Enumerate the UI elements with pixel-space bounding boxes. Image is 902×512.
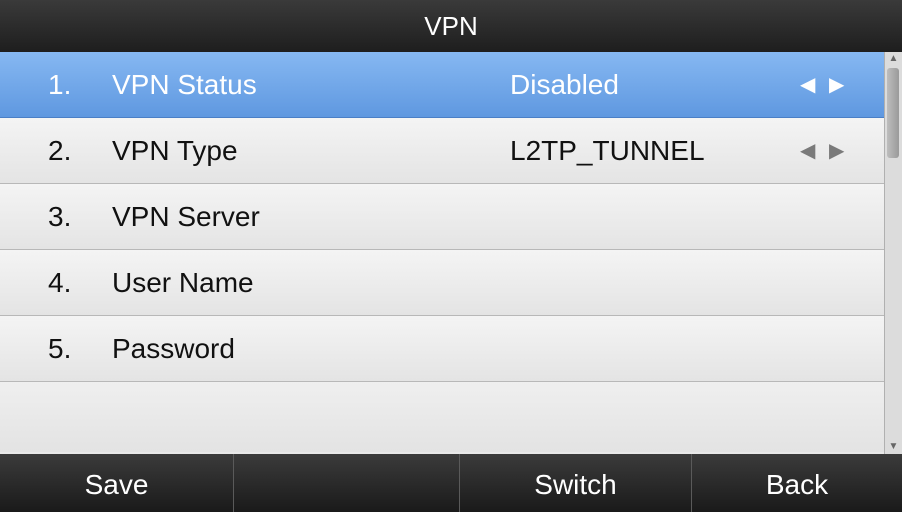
scroll-up-arrow-icon[interactable]: ▲ (885, 52, 902, 66)
row-number: 3. (48, 201, 72, 232)
row-label: VPN Server (112, 201, 260, 232)
row-number: 5. (48, 333, 72, 364)
vpn-status-value[interactable]: Disabled (510, 52, 619, 118)
vpn-settings-list: 1. VPN Status Disabled ◀ ▶ 2. VPN Type L… (0, 52, 884, 454)
list-item-vpn-type[interactable]: 2. VPN Type L2TP_TUNNEL ◀ ▶ (0, 118, 884, 184)
row-label: Password (112, 333, 235, 364)
row-number: 4. (48, 267, 72, 298)
save-button[interactable]: Save (0, 454, 234, 512)
row-label: VPN Status (112, 69, 257, 100)
scrollbar-thumb[interactable] (887, 68, 899, 158)
scroll-down-arrow-icon[interactable]: ▼ (885, 440, 902, 454)
row-number: 2. (48, 135, 72, 166)
row-number: 1. (48, 69, 72, 100)
vpn-screen: VPN 1. VPN Status Disabled ◀ ▶ 2. VPN Ty… (0, 0, 902, 512)
back-button[interactable]: Back (692, 454, 902, 512)
list-item-vpn-status[interactable]: 1. VPN Status Disabled ◀ ▶ (0, 52, 884, 118)
vpn-type-value[interactable]: L2TP_TUNNEL (510, 118, 705, 184)
arrow-left-icon[interactable]: ◀ (800, 118, 819, 184)
arrow-left-icon[interactable]: ◀ (800, 52, 819, 118)
arrow-right-icon[interactable]: ▶ (829, 52, 848, 118)
list-item-vpn-server[interactable]: 3. VPN Server (0, 184, 884, 250)
switch-button[interactable]: Switch (460, 454, 692, 512)
list-empty-row (0, 382, 884, 452)
row-label: User Name (112, 267, 254, 298)
list-item-user-name[interactable]: 4. User Name (0, 250, 884, 316)
page-title: VPN (0, 0, 902, 53)
row-label: VPN Type (112, 135, 238, 166)
softkey-bar: Save Switch Back (0, 454, 902, 512)
option-arrows: ◀ ▶ (800, 118, 848, 184)
empty-softkey[interactable] (234, 454, 460, 512)
list-item-password[interactable]: 5. Password (0, 316, 884, 382)
scrollbar[interactable]: ▲ ▼ (884, 52, 902, 454)
arrow-right-icon[interactable]: ▶ (829, 118, 848, 184)
option-arrows: ◀ ▶ (800, 52, 848, 118)
